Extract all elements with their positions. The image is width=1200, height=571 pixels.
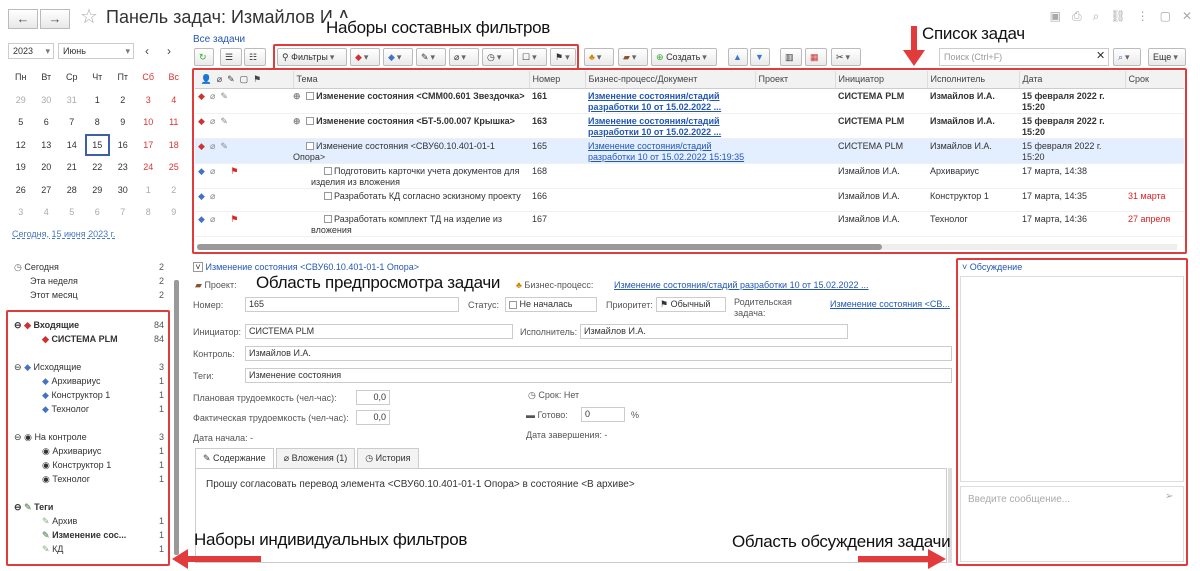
annotation-arrows (172, 26, 946, 569)
